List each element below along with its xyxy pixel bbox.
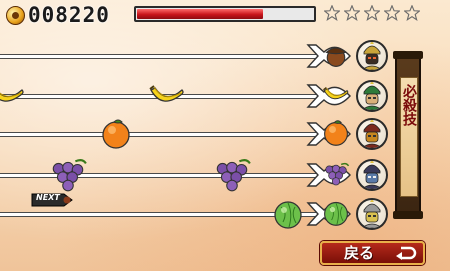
melon-icon	[322, 199, 350, 231]
lane-character-portrait	[356, 159, 388, 191]
star-icon	[384, 5, 400, 21]
star-icon	[324, 5, 340, 21]
next-label: NEXT	[36, 193, 60, 202]
lane-character-portrait	[356, 40, 388, 72]
banner-cap-bottom	[393, 211, 423, 219]
orange-icon	[322, 119, 350, 151]
orange-note	[100, 118, 132, 154]
return-arrow-icon	[396, 246, 417, 260]
lane-character-portrait	[356, 118, 388, 150]
star-icon	[344, 5, 360, 21]
star-icon	[404, 5, 420, 21]
top-hud: 008220	[0, 0, 450, 32]
lane-target-orange[interactable]	[306, 119, 352, 149]
back-button[interactable]: 戻る	[320, 241, 425, 265]
melon-note	[272, 198, 304, 234]
lane-target-melon[interactable]	[306, 199, 352, 229]
back-button-label: 戻る	[344, 244, 375, 262]
banner-scroll: 必殺技	[400, 77, 418, 197]
next-note-tag: NEXT	[30, 192, 74, 207]
banana-note	[148, 84, 186, 112]
grapes-note	[212, 158, 252, 196]
health-bar	[134, 6, 316, 22]
score-counter: 008220	[28, 3, 110, 27]
grapes-note	[48, 158, 88, 196]
lane-character-portrait	[356, 80, 388, 112]
banana-icon	[322, 81, 350, 113]
lane-track	[0, 132, 335, 137]
special-move-banner: 必殺技	[393, 51, 423, 219]
special-move-label: 必殺技	[401, 84, 417, 126]
coin-icon	[6, 6, 25, 25]
lane-target-grapes[interactable]	[306, 160, 352, 190]
lane-target-acorn[interactable]	[306, 41, 352, 71]
star-icon	[364, 5, 380, 21]
lane-target-banana[interactable]	[306, 81, 352, 111]
banana-note	[0, 84, 26, 112]
lane-track	[0, 54, 335, 59]
acorn-icon	[322, 41, 350, 73]
health-bar-fill	[137, 9, 264, 19]
star-rating	[324, 5, 420, 21]
grapes-icon	[322, 160, 350, 192]
lane-character-portrait	[356, 198, 388, 230]
banner-cap-top	[393, 51, 423, 59]
